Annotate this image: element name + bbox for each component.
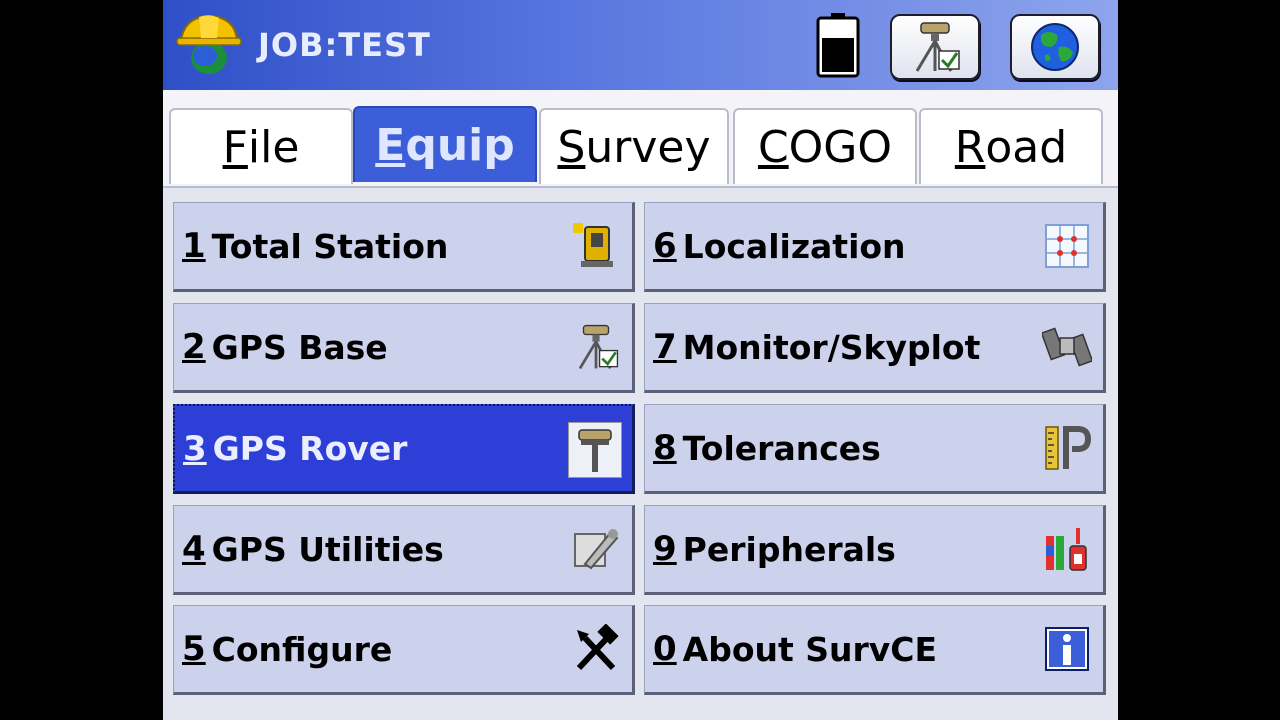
- menu-item-about-survce[interactable]: 0 About SurvCE: [644, 605, 1106, 695]
- menu-item-tolerances[interactable]: 8 Tolerances: [644, 404, 1106, 494]
- menu-item-monitor-skyplot[interactable]: 7 Monitor/Skyplot: [644, 303, 1106, 393]
- menu-item-label: About SurvCE: [682, 629, 938, 669]
- tab-equip-label: quip: [405, 119, 515, 171]
- tab-road-hotkey: R: [954, 121, 986, 173]
- menu-item-label: Monitor/Skyplot: [682, 327, 981, 367]
- globe-button[interactable]: [1010, 14, 1100, 80]
- menu-item-label: Peripherals: [682, 529, 896, 569]
- tab-equip[interactable]: Equip: [353, 106, 537, 182]
- menu-item-label: GPS Utilities: [211, 529, 444, 569]
- tab-survey[interactable]: Survey: [539, 108, 729, 184]
- menu-item-gps-utilities[interactable]: 4 GPS Utilities: [173, 505, 635, 595]
- tab-equip-hotkey: E: [375, 119, 406, 171]
- tab-file-label: ile: [247, 121, 300, 173]
- menu-item-number: 6: [653, 226, 677, 266]
- menu-item-localization[interactable]: 6 Localization: [644, 202, 1106, 292]
- menu-item-number: 2: [182, 327, 206, 367]
- menu-item-label: Tolerances: [682, 428, 881, 468]
- menu-item-label: GPS Base: [211, 327, 388, 367]
- tab-road-label: oad: [985, 121, 1068, 173]
- menu-item-number: 4: [182, 529, 206, 569]
- menu-item-number: 9: [653, 529, 677, 569]
- gps-base-icon: [570, 320, 622, 374]
- tab-cogo-label: OGO: [788, 121, 893, 173]
- job-title: JOB:TEST: [258, 26, 431, 64]
- menu-item-gps-base[interactable]: 2 GPS Base: [173, 303, 635, 393]
- menu-item-number: 3: [183, 428, 207, 469]
- menu-item-label: GPS Rover: [212, 429, 408, 468]
- menu-item-label: Configure: [211, 629, 393, 669]
- menu-item-label: Total Station: [211, 226, 449, 266]
- tools-icon: [570, 622, 622, 676]
- total-station-icon: [570, 219, 622, 273]
- tab-file-hotkey: F: [222, 121, 248, 173]
- menu-item-number: 8: [653, 428, 677, 468]
- menu-item-total-station[interactable]: 1 Total Station: [173, 202, 635, 292]
- tab-survey-hotkey: S: [557, 121, 586, 173]
- localization-grid-icon: [1041, 219, 1093, 273]
- tab-survey-label: urvey: [585, 121, 711, 173]
- tab-road[interactable]: Road: [919, 108, 1103, 184]
- menu-item-configure[interactable]: 5 Configure: [173, 605, 635, 695]
- peripherals-icon: [1041, 522, 1093, 576]
- battery-icon: [816, 13, 860, 78]
- tab-bar: File Equip Survey C OGO Road: [163, 90, 1118, 186]
- menu-item-label: Localization: [682, 226, 906, 266]
- menu-item-number: 1: [182, 226, 206, 266]
- gps-utilities-icon: [570, 522, 622, 576]
- surveyor-helmet-logo-icon[interactable]: [175, 10, 243, 78]
- satellite-icon: [1041, 320, 1093, 374]
- tab-cogo[interactable]: C OGO: [733, 108, 917, 184]
- info-icon: [1041, 622, 1093, 676]
- tab-file[interactable]: File: [169, 108, 353, 184]
- equip-menu-panel: 1 Total Station 2 GPS Base 3 GPS Rover 4…: [163, 186, 1118, 720]
- menu-item-peripherals[interactable]: 9 Peripherals: [644, 505, 1106, 595]
- gps-rover-icon: [568, 422, 622, 478]
- gps-base-status-icon: [915, 22, 960, 72]
- tolerances-icon: [1041, 421, 1093, 475]
- menu-item-gps-rover[interactable]: 3 GPS Rover: [173, 404, 635, 494]
- globe-icon: [1031, 23, 1079, 71]
- title-bar: JOB:TEST: [163, 0, 1118, 90]
- menu-item-number: 0: [653, 629, 677, 669]
- menu-item-number: 5: [182, 629, 206, 669]
- app-window: JOB:TEST F ile E quip S urvey C OGO R oa…: [163, 0, 1118, 720]
- gps-status-button[interactable]: [890, 14, 980, 80]
- tab-cogo-hotkey: C: [757, 121, 789, 173]
- menu-item-number: 7: [653, 327, 677, 367]
